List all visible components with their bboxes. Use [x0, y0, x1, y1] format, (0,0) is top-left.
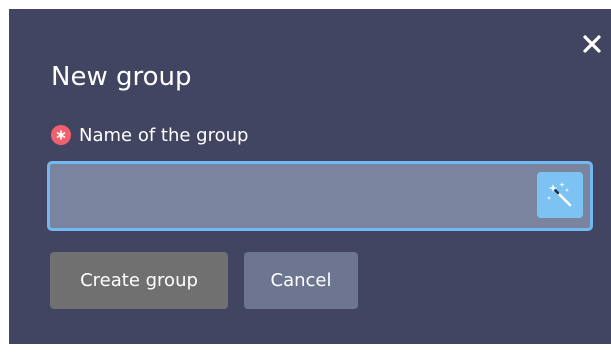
group-name-label-row: Name of the group	[51, 124, 248, 146]
create-group-button-label: Create group	[80, 270, 198, 291]
dialog-title: New group	[51, 62, 192, 92]
cancel-button[interactable]: Cancel	[244, 252, 358, 309]
generate-name-button[interactable]	[537, 172, 583, 218]
group-name-field-wrapper	[47, 161, 593, 231]
group-name-input[interactable]	[50, 164, 530, 226]
new-group-dialog: New group Name of the group Create group…	[9, 9, 611, 344]
magic-wand-icon	[547, 182, 572, 207]
close-icon	[583, 35, 601, 53]
cancel-button-label: Cancel	[270, 270, 332, 291]
create-group-button[interactable]: Create group	[50, 252, 228, 309]
close-button[interactable]	[579, 31, 605, 57]
asterisk-icon	[51, 125, 71, 145]
group-name-label: Name of the group	[79, 124, 249, 146]
